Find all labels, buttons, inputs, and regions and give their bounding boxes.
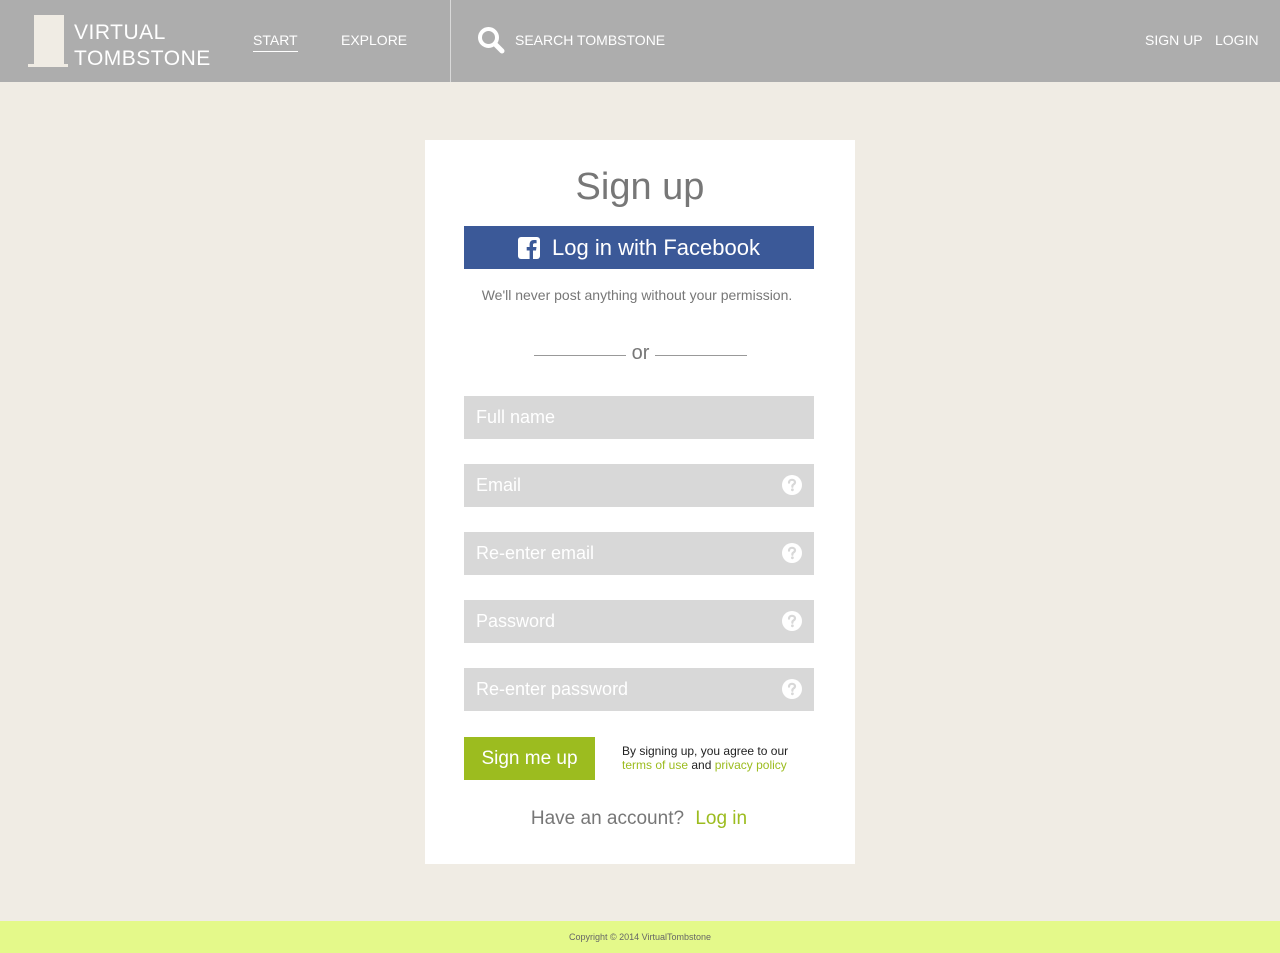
email-field-box xyxy=(464,464,814,507)
nav-signup-link[interactable]: SIGN UP xyxy=(1145,32,1203,51)
tombstone-logo-icon[interactable] xyxy=(28,15,68,67)
divider-right xyxy=(655,355,747,356)
divider-left xyxy=(534,355,626,356)
header: VIRTUAL TOMBSTONE START EXPLORE SIGN UP … xyxy=(0,0,1280,82)
nav-explore-link[interactable]: EXPLORE xyxy=(341,32,407,51)
page-title: Sign up xyxy=(575,166,705,208)
permission-note: We'll never post anything without your p… xyxy=(481,287,793,303)
nav-login-link[interactable]: LOGIN xyxy=(1215,32,1259,51)
have-account-text: Have an account? xyxy=(530,808,685,829)
reenter-password-field[interactable] xyxy=(464,668,814,711)
facebook-login-label: Log in with Facebook xyxy=(552,234,760,260)
logo-base xyxy=(28,64,68,67)
facebook-icon xyxy=(518,236,541,259)
full-name-field-box xyxy=(464,396,814,439)
footer: Copyright © 2014 VirtualTombstone xyxy=(0,921,1280,953)
search-icon[interactable] xyxy=(477,26,505,54)
terms-and: and xyxy=(691,758,712,772)
reenter-password-field-box xyxy=(464,668,814,711)
facebook-login-button[interactable]: Log in with Facebook xyxy=(464,226,814,269)
header-divider xyxy=(450,0,451,82)
search-input[interactable] xyxy=(515,32,815,48)
email-field[interactable] xyxy=(464,464,814,507)
logo-slab xyxy=(34,15,64,67)
or-label: or xyxy=(631,342,650,364)
logo-line-2: TOMBSTONE xyxy=(74,47,211,70)
terms-prefix: By signing up, you agree to our xyxy=(622,744,789,758)
nav-start-link[interactable]: START xyxy=(253,32,298,52)
help-icon[interactable] xyxy=(782,543,802,563)
privacy-policy-link[interactable]: privacy policy xyxy=(715,758,787,772)
terms-note: By signing up, you agree to our terms of… xyxy=(622,744,812,772)
terms-of-use-link[interactable]: terms of use xyxy=(622,758,688,772)
have-account-row: Have an account? Log in xyxy=(0,808,1278,830)
help-icon[interactable] xyxy=(782,475,802,495)
password-field-box xyxy=(464,600,814,643)
logo-line-1: VIRTUAL xyxy=(74,21,166,44)
full-name-field[interactable] xyxy=(464,396,814,439)
reenter-email-field-box xyxy=(464,532,814,575)
help-icon[interactable] xyxy=(782,679,802,699)
logo-text[interactable]: VIRTUAL TOMBSTONE xyxy=(74,20,211,72)
login-link[interactable]: Log in xyxy=(695,808,747,829)
help-icon[interactable] xyxy=(782,611,802,631)
password-field[interactable] xyxy=(464,600,814,643)
sign-me-up-button[interactable]: Sign me up xyxy=(464,737,595,780)
copyright-text: Copyright © 2014 VirtualTombstone xyxy=(568,932,712,942)
reenter-email-field[interactable] xyxy=(464,532,814,575)
